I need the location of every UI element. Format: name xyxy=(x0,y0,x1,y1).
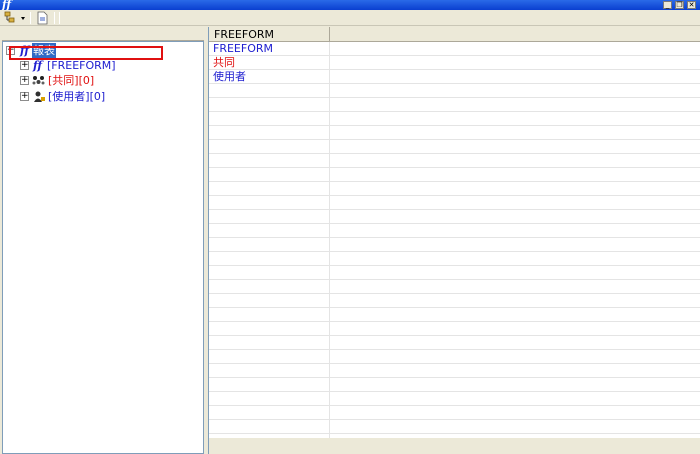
user-icon xyxy=(34,91,45,102)
empty-row xyxy=(209,154,700,168)
toolbar-separator xyxy=(54,12,55,24)
tree-node-freeform[interactable]: + ff [FREEFORM] xyxy=(3,58,153,73)
toolbar xyxy=(0,10,700,26)
empty-row xyxy=(209,140,700,154)
list-row[interactable]: 使用者 xyxy=(209,70,700,84)
empty-row xyxy=(209,420,700,434)
list-pane: FREEFORM FREEFORM 共同 使用者 xyxy=(208,27,700,454)
empty-row xyxy=(209,210,700,224)
tree-header xyxy=(2,27,204,41)
list-row[interactable]: 共同 xyxy=(209,56,700,70)
empty-row xyxy=(209,406,700,420)
tree-pane: − ff 報表 + ff [FREEFORM] + [共同][0] + [使用者… xyxy=(2,27,204,454)
close-button[interactable]: ✕ xyxy=(687,1,696,9)
list-header: FREEFORM xyxy=(209,27,700,42)
document-icon xyxy=(37,11,48,25)
empty-row xyxy=(209,392,700,406)
minimize-button[interactable]: _ xyxy=(663,1,672,9)
tree-view-button[interactable] xyxy=(3,11,27,25)
list-cell: 共同 xyxy=(213,56,235,69)
empty-row xyxy=(209,196,700,210)
document-button[interactable] xyxy=(35,11,49,25)
selection-highlight xyxy=(9,46,163,60)
expand-icon[interactable]: + xyxy=(20,92,29,101)
expand-icon[interactable]: + xyxy=(20,61,29,70)
empty-row xyxy=(209,308,700,322)
empty-row xyxy=(209,336,700,350)
empty-row xyxy=(209,168,700,182)
empty-row xyxy=(209,84,700,98)
expand-icon[interactable]: + xyxy=(20,76,29,85)
group-icon xyxy=(32,76,45,85)
tree-node-label[interactable]: [共同][0] xyxy=(48,73,94,88)
list-cell: 使用者 xyxy=(213,70,246,83)
empty-row xyxy=(209,364,700,378)
list-cell: FREEFORM xyxy=(213,42,273,55)
empty-row xyxy=(209,252,700,266)
empty-row xyxy=(209,350,700,364)
empty-row xyxy=(209,266,700,280)
tree-node-label[interactable]: [使用者][0] xyxy=(48,89,105,104)
column-header-freeform[interactable]: FREEFORM xyxy=(209,27,330,42)
empty-row xyxy=(209,224,700,238)
empty-row xyxy=(209,322,700,336)
empty-row xyxy=(209,126,700,140)
title-bar: ff _ ❐ ✕ xyxy=(0,0,700,11)
list-rows: FREEFORM 共同 使用者 xyxy=(209,42,700,438)
empty-row xyxy=(209,378,700,392)
report-tree[interactable]: − ff 報表 + ff [FREEFORM] + [共同][0] + [使用者… xyxy=(2,41,204,454)
empty-row xyxy=(209,98,700,112)
tree-node-label[interactable]: [FREEFORM] xyxy=(47,58,116,73)
dropdown-arrow-icon xyxy=(21,17,25,20)
restore-button[interactable]: ❐ xyxy=(675,1,684,9)
toolbar-separator xyxy=(59,12,60,24)
empty-row xyxy=(209,112,700,126)
list-row[interactable]: FREEFORM xyxy=(209,42,700,56)
horizontal-scrollbar[interactable] xyxy=(209,438,700,454)
ff-icon: ff xyxy=(33,59,43,72)
tree-node-shared[interactable]: + [共同][0] xyxy=(3,73,153,88)
empty-row xyxy=(209,182,700,196)
empty-row xyxy=(209,280,700,294)
toolbar-separator xyxy=(30,12,31,24)
tree-node-users[interactable]: + [使用者][0] xyxy=(3,89,153,104)
empty-row xyxy=(209,238,700,252)
tree-view-icon xyxy=(4,11,25,23)
empty-row xyxy=(209,294,700,308)
